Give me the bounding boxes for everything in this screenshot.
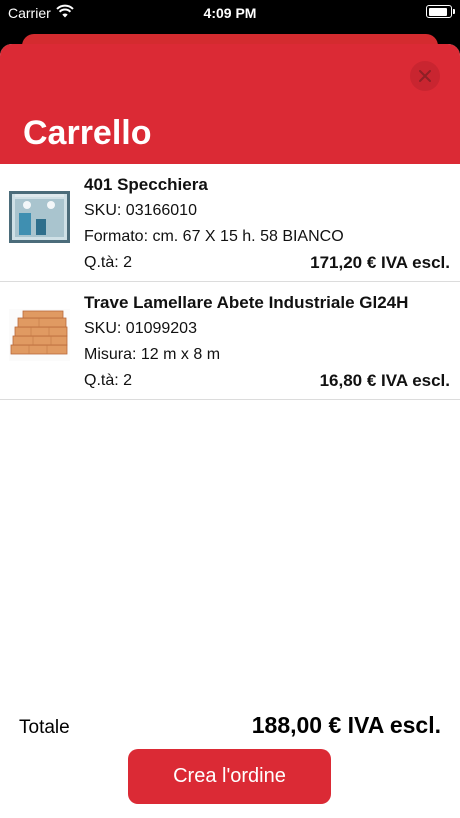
item-variant: Misura: 12 m x 8 m	[84, 346, 221, 363]
item-summary: Q.tà: 2 171,20 € IVA escl.	[84, 253, 450, 273]
cart-item[interactable]: 401 Specchiera SKU: 03166010 Formato: cm…	[0, 164, 460, 282]
mirror-image	[9, 191, 70, 243]
wood-beams-image	[9, 309, 70, 361]
cart-header: Carrello	[0, 44, 460, 164]
close-button[interactable]	[410, 61, 440, 91]
item-name: Trave Lamellare Abete Industriale Gl24H	[84, 293, 409, 312]
item-price: 16,80 € IVA escl.	[319, 371, 450, 390]
battery-icon	[426, 5, 455, 18]
clock: 4:09 PM	[203, 5, 257, 21]
item-sku: SKU: 01099203	[84, 320, 197, 337]
item-name: 401 Specchiera	[84, 175, 208, 194]
item-summary: Q.tà: 2 16,80 € IVA escl.	[84, 371, 450, 391]
item-quantity: Q.tà: 2	[84, 254, 133, 271]
item-details: 401 Specchiera SKU: 03166010 Formato: cm…	[84, 175, 450, 273]
item-price: 171,20 € IVA escl.	[310, 253, 450, 272]
item-details: Trave Lamellare Abete Industriale Gl24H …	[84, 293, 450, 391]
item-variant: Formato: cm. 67 X 15 h. 58 BIANCO	[84, 228, 344, 245]
status-bar: Carrier 4:09 PM	[0, 0, 460, 28]
cart-item[interactable]: Trave Lamellare Abete Industriale Gl24H …	[0, 282, 460, 400]
close-icon	[419, 70, 431, 82]
cart-sheet: Carrello 401 Specchiera SKU: 03166010 Fo…	[0, 44, 460, 818]
total-row: Totale 188,00 € IVA escl.	[19, 712, 441, 739]
item-quantity: Q.tà: 2	[84, 372, 133, 389]
create-order-button[interactable]: Crea l'ordine	[128, 749, 331, 804]
total-value: 188,00 € IVA escl.	[251, 712, 441, 738]
battery-level	[428, 7, 448, 16]
item-sku: SKU: 03166010	[84, 202, 197, 219]
total-label: Totale	[19, 717, 70, 738]
page-title: Carrello	[23, 114, 152, 152]
